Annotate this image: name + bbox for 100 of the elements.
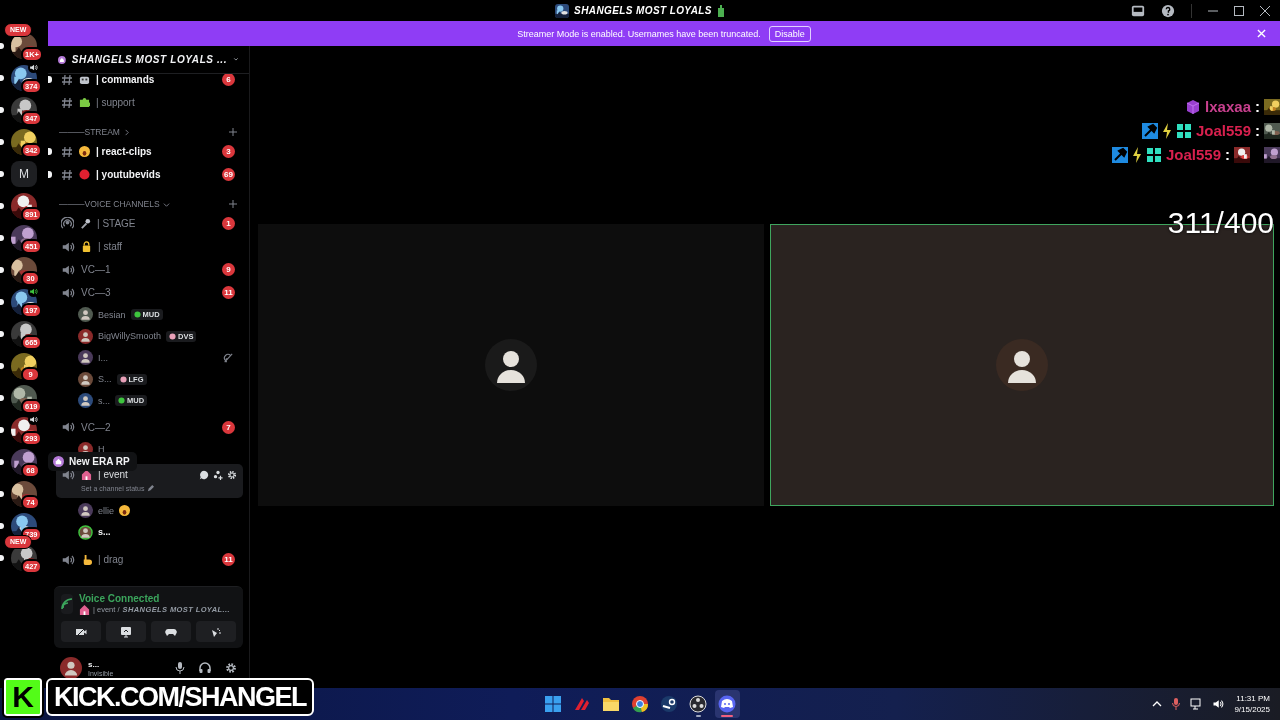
avatar (60, 657, 82, 679)
avatar (485, 339, 537, 391)
plus-icon[interactable] (229, 128, 237, 136)
piston-icon[interactable] (660, 695, 678, 713)
soundboard-icon (210, 625, 222, 638)
browser-icon[interactable] (631, 695, 649, 713)
cube-icon (1185, 98, 1202, 115)
chat-icon[interactable] (199, 469, 209, 480)
signal-icon (61, 598, 73, 610)
help-icon[interactable] (1161, 3, 1175, 18)
channel-item[interactable]: VC—1 9 (56, 258, 241, 281)
mascot-icon[interactable] (718, 695, 736, 713)
member-name[interactable]: I... (98, 352, 108, 363)
category-label[interactable]: ———STREAM (59, 127, 120, 137)
hash-icon (61, 168, 73, 181)
chat-username: Joal559 (1165, 146, 1221, 163)
chat-separator: : (1255, 98, 1260, 115)
face-icon (79, 146, 90, 157)
house-icon (53, 456, 64, 467)
face-icon (119, 505, 130, 517)
grid-icon (1145, 146, 1162, 163)
dot-icon (79, 169, 90, 180)
server-icon[interactable]: M (11, 161, 37, 187)
member-name[interactable]: s... (98, 395, 110, 406)
server-name[interactable]: SHANGELS MOST LOYALS ... (71, 54, 228, 65)
settings-icon[interactable] (225, 662, 237, 674)
chat-separator: : (1255, 122, 1260, 139)
member-name[interactable]: ellie (98, 505, 114, 516)
screen-share-button[interactable] (106, 621, 146, 642)
chevron-right-icon[interactable] (122, 128, 130, 136)
folder-icon[interactable] (602, 695, 620, 713)
maximize-icon[interactable] (1234, 5, 1244, 16)
puzzle-icon (79, 97, 90, 108)
hammer-icon (1141, 122, 1158, 139)
member-name[interactable]: H (98, 444, 105, 455)
inbox-icon[interactable] (1131, 3, 1145, 18)
mention-badge: 6 (222, 74, 235, 86)
microphone-icon (80, 218, 91, 229)
channel-item[interactable]: | STAGE 1 (56, 212, 241, 235)
mention-badge: 3 (222, 145, 235, 158)
avatar (996, 339, 1048, 391)
channel-item[interactable]: | youtubevids 69 (56, 163, 241, 186)
chevron-down-icon[interactable] (233, 55, 239, 64)
bolt-icon (1161, 122, 1172, 139)
channel-item[interactable]: | react-clips 3 (56, 140, 241, 163)
channel-item[interactable]: VC—2 7 (56, 415, 241, 439)
member-name[interactable]: S... (98, 374, 112, 385)
channel-item[interactable]: | support (56, 91, 241, 114)
speaker-icon (61, 420, 75, 434)
channel-item[interactable]: | drag 11 (56, 548, 241, 571)
close-icon[interactable] (1260, 5, 1270, 16)
statue-icon (716, 4, 725, 17)
camera-off-button[interactable] (61, 621, 101, 642)
channel-item[interactable]: | staff (56, 235, 241, 258)
disable-button[interactable]: Disable (768, 25, 811, 42)
windows-icon[interactable] (544, 695, 562, 713)
clock-date[interactable]: 9/15/2025 (1234, 705, 1270, 714)
hand-icon (81, 554, 92, 565)
activity-button[interactable] (151, 621, 191, 642)
soundboard-button[interactable] (196, 621, 236, 642)
window-title: SHANGELS MOST LOYALS (574, 5, 712, 16)
bolt-icon (1131, 146, 1142, 163)
plus-icon[interactable] (229, 200, 237, 208)
clock-time[interactable]: 11:31 PM (1236, 694, 1270, 703)
hash-icon (61, 96, 73, 109)
channel-item[interactable]: | commands 6 (56, 74, 241, 91)
hammer-icon (1111, 146, 1128, 163)
record-icon[interactable] (689, 695, 707, 713)
network-icon[interactable] (1190, 698, 1203, 710)
house-icon (58, 53, 66, 66)
user-name: s... (88, 659, 101, 669)
banner-text: Streamer Mode is enabled. Usernames have been truncated. (517, 28, 761, 39)
microphone-icon[interactable] (1172, 698, 1181, 710)
stream-url: KICK.COM/SHANGEL (46, 678, 314, 716)
voice-status: Voice Connected (79, 593, 161, 604)
settings-icon[interactable] (227, 469, 237, 480)
volume-icon (1212, 698, 1225, 710)
add-people-icon[interactable] (213, 469, 223, 480)
category-label[interactable]: ———VOICE CHANNELS (59, 199, 160, 209)
screen-share-icon (120, 625, 132, 638)
microphone-icon[interactable] (175, 662, 185, 674)
mention-badge: 11 (222, 286, 235, 299)
chat-username: lxaxaa (1205, 98, 1251, 115)
member-name[interactable]: s... (98, 527, 111, 538)
chevron-up-icon[interactable] (1152, 699, 1163, 709)
mention-badge: 9 (222, 263, 235, 276)
chevron-down-icon[interactable] (162, 200, 170, 208)
headphones-icon[interactable] (199, 662, 211, 674)
logo: K (4, 678, 42, 716)
video-tile[interactable] (258, 224, 764, 506)
member-name[interactable]: Besian (98, 309, 126, 320)
member-name[interactable]: BigWillySmooth (98, 331, 162, 342)
tooltip: New ERA RP (48, 452, 137, 471)
grid-icon (1175, 122, 1192, 139)
chat-username: Joal559 (1195, 122, 1251, 139)
mention-badge: 69 (222, 168, 235, 181)
mention-badge: 11 (222, 553, 235, 566)
channel-item[interactable]: VC—3 11 (56, 281, 241, 304)
chat-separator: : (1225, 146, 1230, 163)
robot-icon (79, 74, 90, 85)
